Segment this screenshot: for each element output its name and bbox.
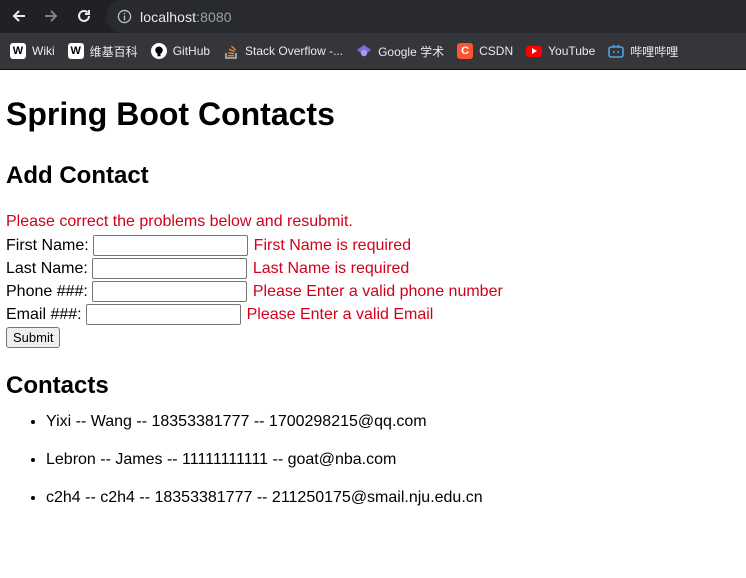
bookmark-label: 维基百科 [89, 44, 138, 59]
add-contact-heading: Add Contact [6, 162, 149, 189]
bookmark-stackoverflow[interactable]: Stack Overflow -... [223, 43, 343, 59]
first-name-input[interactable] [92, 235, 248, 256]
contacts-list: Yixi -- Wang -- 18353381777 -- 170029821… [6, 412, 483, 526]
phone-input[interactable] [91, 281, 247, 302]
email-error: Please Enter a valid Email [246, 305, 434, 323]
submit-button[interactable]: Submit [6, 327, 61, 348]
email-input[interactable] [85, 304, 241, 325]
bookmark-wiki[interactable]: W Wiki [10, 43, 55, 59]
bookmark-youtube[interactable]: YouTube [526, 44, 595, 58]
url-text: localhost:8080 [140, 9, 232, 25]
first-name-row: First Name: First Name is required [6, 235, 411, 256]
bookmark-label: GitHub [172, 44, 211, 58]
bilibili-icon [608, 43, 625, 59]
arrow-left-icon [12, 10, 25, 22]
bookmark-csdn[interactable]: C CSDN [457, 43, 513, 59]
bookmarks-bar: W Wiki W 维基百科 GitHub Stack Overflow -...… [0, 33, 746, 70]
bookmark-label: Google 学术 [378, 44, 445, 59]
csdn-icon: C [457, 43, 474, 59]
last-name-row: Last Name: Last Name is required [6, 258, 409, 279]
forward-button[interactable] [40, 5, 62, 27]
email-label: Email ###: [6, 305, 82, 323]
phone-label: Phone ###: [6, 282, 88, 300]
wikipedia-icon: W [67, 43, 84, 59]
first-name-error: First Name is required [253, 236, 412, 254]
list-item: Yixi -- Wang -- 18353381777 -- 170029821… [46, 412, 483, 450]
phone-error: Please Enter a valid phone number [252, 282, 503, 300]
address-bar[interactable]: localhost:8080 [106, 0, 746, 33]
contacts-heading: Contacts [6, 372, 109, 399]
google-scholar-icon [356, 43, 372, 59]
wikipedia-icon: W [10, 43, 26, 59]
url-host: localhost [140, 8, 197, 25]
youtube-icon [526, 45, 543, 57]
error-banner: Please correct the problems below and re… [6, 213, 353, 230]
bookmark-label: YouTube [548, 44, 596, 58]
bookmark-google-scholar[interactable]: Google 学术 [356, 43, 444, 60]
bookmark-label: 哔哩哔哩 [630, 44, 679, 59]
bookmark-label: Wiki [32, 44, 55, 58]
phone-row: Phone ###: Please Enter a valid phone nu… [6, 281, 503, 302]
bookmark-label: Stack Overflow -... [245, 44, 344, 58]
list-item: Lebron -- James -- 11111111111 -- goat@n… [46, 450, 483, 488]
github-icon [150, 43, 167, 59]
reload-icon [78, 9, 90, 22]
email-row: Email ###: Please Enter a valid Email [6, 304, 433, 325]
page-title: Spring Boot Contacts [6, 96, 335, 132]
bookmark-bilibili[interactable]: 哔哩哔哩 [608, 43, 678, 60]
browser-toolbar: localhost:8080 [0, 0, 746, 33]
list-item: c2h4 -- c2h4 -- 18353381777 -- 211250175… [46, 488, 483, 526]
stackoverflow-icon [223, 43, 239, 59]
arrow-right-icon [45, 10, 58, 22]
url-port: :8080 [196, 8, 232, 25]
bookmark-label: CSDN [479, 44, 514, 58]
first-name-label: First Name: [6, 236, 89, 254]
back-button[interactable] [8, 5, 30, 27]
reload-button[interactable] [73, 5, 95, 27]
bookmark-github[interactable]: GitHub [150, 43, 211, 59]
info-icon[interactable] [116, 9, 132, 25]
last-name-label: Last Name: [6, 259, 88, 277]
bookmark-wiki-zh[interactable]: W 维基百科 [67, 43, 138, 60]
last-name-input[interactable] [91, 258, 247, 279]
last-name-error: Last Name is required [252, 259, 410, 277]
